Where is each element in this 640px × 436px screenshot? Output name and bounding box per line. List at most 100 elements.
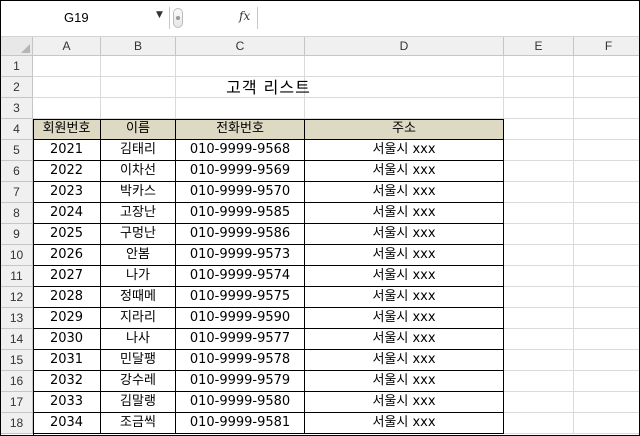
table-cell[interactable]: 서울시 xxx xyxy=(305,266,504,287)
table-cell[interactable]: 김태리 xyxy=(101,140,176,161)
cell[interactable] xyxy=(504,329,574,350)
cell[interactable] xyxy=(574,413,639,434)
table-cell[interactable]: 2024 xyxy=(33,203,101,224)
table-cell[interactable]: 지라리 xyxy=(101,308,176,329)
cell[interactable] xyxy=(504,245,574,266)
cell[interactable] xyxy=(574,266,639,287)
table-cell[interactable]: 010-9999-9569 xyxy=(176,161,305,182)
table-cell[interactable]: 서울시 xxx xyxy=(305,287,504,308)
cell[interactable] xyxy=(176,98,305,119)
cell[interactable] xyxy=(574,119,639,140)
table-cell[interactable]: 서울시 xxx xyxy=(305,140,504,161)
row-header-16[interactable]: 16 xyxy=(1,371,33,392)
table-cell[interactable]: 2021 xyxy=(33,140,101,161)
cell[interactable] xyxy=(574,224,639,245)
cell[interactable] xyxy=(574,371,639,392)
table-cell[interactable]: 010-9999-9579 xyxy=(176,371,305,392)
cell[interactable] xyxy=(504,350,574,371)
table-cell[interactable]: 010-9999-9586 xyxy=(176,224,305,245)
row-header-12[interactable]: 12 xyxy=(1,287,33,308)
table-cell[interactable]: 2027 xyxy=(33,266,101,287)
column-header-e[interactable]: E xyxy=(504,37,574,56)
table-cell[interactable]: 2026 xyxy=(33,245,101,266)
column-header-a[interactable]: A xyxy=(33,37,101,56)
cell[interactable] xyxy=(504,308,574,329)
insert-function-icon[interactable]: fx xyxy=(239,9,250,23)
cell[interactable] xyxy=(504,140,574,161)
table-cell[interactable]: 서울시 xxx xyxy=(305,413,504,434)
table-cell[interactable]: 김말랭 xyxy=(101,392,176,413)
column-header-f[interactable]: F xyxy=(574,37,639,56)
column-header-b[interactable]: B xyxy=(101,37,176,56)
row-header-11[interactable]: 11 xyxy=(1,266,33,287)
cell[interactable] xyxy=(504,182,574,203)
table-cell[interactable]: 나사 xyxy=(101,329,176,350)
cell[interactable] xyxy=(504,266,574,287)
table-cell[interactable]: 강수레 xyxy=(101,371,176,392)
table-cell[interactable]: 2033 xyxy=(33,392,101,413)
table-cell[interactable]: 2030 xyxy=(33,329,101,350)
column-header-c[interactable]: C xyxy=(176,37,305,56)
table-cell[interactable]: 010-9999-9577 xyxy=(176,329,305,350)
table-cell[interactable]: 서울시 xxx xyxy=(305,329,504,350)
table-header-cell[interactable]: 전화번호 xyxy=(176,119,305,140)
cell[interactable] xyxy=(574,77,639,98)
row-header-10[interactable]: 10 xyxy=(1,245,33,266)
cell[interactable] xyxy=(305,56,504,77)
table-cell[interactable]: 010-9999-9578 xyxy=(176,350,305,371)
table-cell[interactable]: 010-9999-9573 xyxy=(176,245,305,266)
cell[interactable] xyxy=(574,329,639,350)
table-cell[interactable]: 010-9999-9574 xyxy=(176,266,305,287)
table-cell[interactable]: 서울시 xxx xyxy=(305,350,504,371)
row-header-15[interactable]: 15 xyxy=(1,350,33,371)
column-header-d[interactable]: D xyxy=(305,37,504,56)
cell[interactable] xyxy=(574,56,639,77)
table-cell[interactable]: 2025 xyxy=(33,224,101,245)
table-cell[interactable]: 민달팽 xyxy=(101,350,176,371)
table-cell[interactable]: 서울시 xxx xyxy=(305,308,504,329)
formula-input[interactable] xyxy=(259,7,637,29)
cell[interactable] xyxy=(504,371,574,392)
table-cell[interactable]: 010-9999-9575 xyxy=(176,287,305,308)
cell[interactable] xyxy=(504,392,574,413)
cell[interactable] xyxy=(176,56,305,77)
table-cell[interactable]: 서울시 xxx xyxy=(305,203,504,224)
row-header-7[interactable]: 7 xyxy=(1,182,33,203)
table-header-cell[interactable]: 이름 xyxy=(101,119,176,140)
row-header-1[interactable]: 1 xyxy=(1,56,33,77)
name-box[interactable]: G19 ▼ xyxy=(2,7,168,29)
cell[interactable] xyxy=(305,98,504,119)
cell[interactable] xyxy=(574,161,639,182)
cell[interactable] xyxy=(504,287,574,308)
table-cell[interactable]: 010-9999-9581 xyxy=(176,413,305,434)
row-header-13[interactable]: 13 xyxy=(1,308,33,329)
table-cell[interactable]: 2022 xyxy=(33,161,101,182)
table-header-cell[interactable]: 주소 xyxy=(305,119,504,140)
cell[interactable] xyxy=(33,98,101,119)
table-cell[interactable]: 서울시 xxx xyxy=(305,392,504,413)
cell[interactable] xyxy=(574,203,639,224)
table-cell[interactable]: 조금씩 xyxy=(101,413,176,434)
cell[interactable] xyxy=(574,350,639,371)
cell[interactable] xyxy=(504,119,574,140)
cell[interactable] xyxy=(504,77,574,98)
row-header-14[interactable]: 14 xyxy=(1,329,33,350)
row-header-6[interactable]: 6 xyxy=(1,161,33,182)
formula-bar-grip[interactable] xyxy=(173,8,183,28)
chevron-down-icon[interactable]: ▼ xyxy=(156,10,163,20)
row-header-5[interactable]: 5 xyxy=(1,140,33,161)
cell[interactable] xyxy=(574,287,639,308)
cell[interactable] xyxy=(504,224,574,245)
table-cell[interactable]: 나가 xyxy=(101,266,176,287)
table-cell[interactable]: 서울시 xxx xyxy=(305,182,504,203)
table-cell[interactable]: 정때메 xyxy=(101,287,176,308)
cell[interactable] xyxy=(574,245,639,266)
cell[interactable] xyxy=(101,56,176,77)
row-header-18[interactable]: 18 xyxy=(1,413,33,434)
table-cell[interactable]: 서울시 xxx xyxy=(305,224,504,245)
cell[interactable] xyxy=(574,392,639,413)
cell[interactable] xyxy=(33,56,101,77)
table-cell[interactable]: 서울시 xxx xyxy=(305,161,504,182)
table-cell[interactable]: 박카스 xyxy=(101,182,176,203)
table-cell[interactable]: 2028 xyxy=(33,287,101,308)
